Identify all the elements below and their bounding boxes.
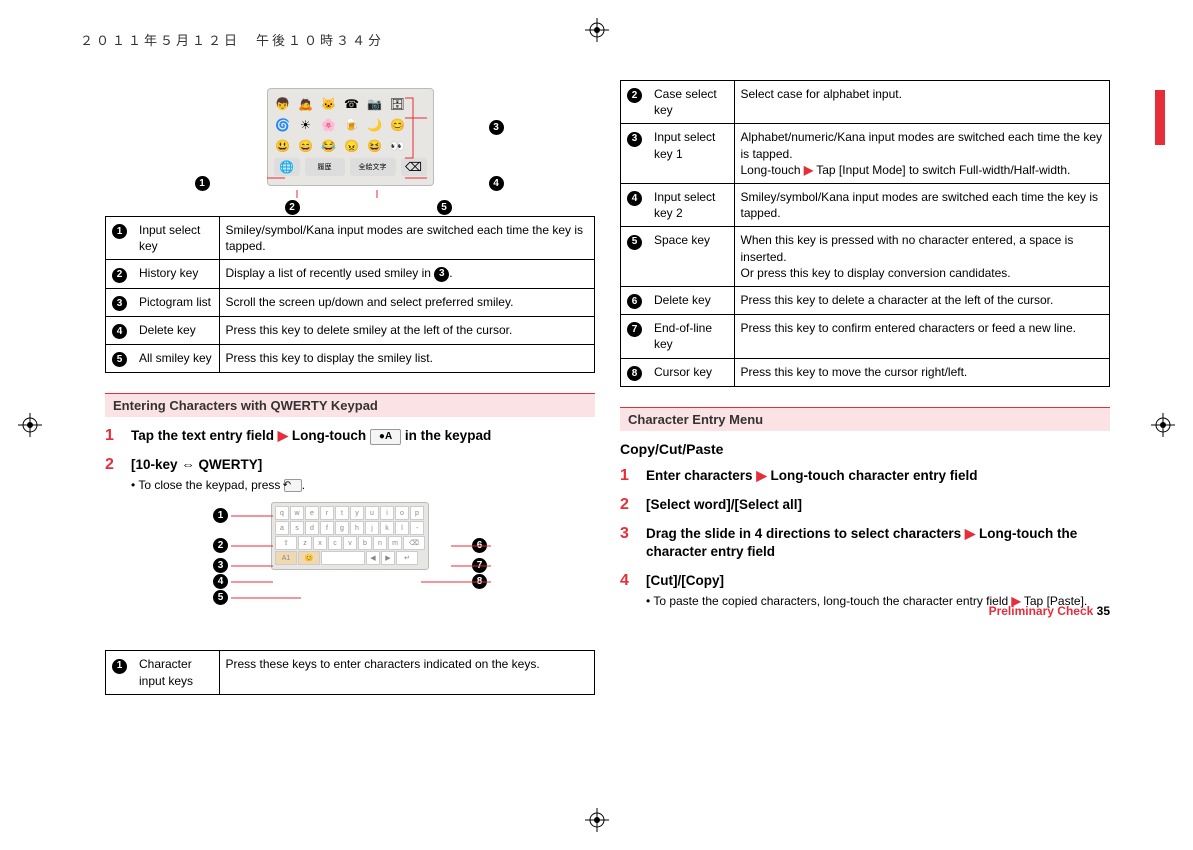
callout-2: 2: [285, 200, 300, 215]
char-step-3: 3 Drag the slide in 4 directions to sele…: [620, 525, 1110, 563]
callout-3: 3: [489, 120, 504, 135]
callout-1: 1: [195, 176, 210, 191]
registration-mark-icon: [18, 413, 42, 437]
callout-4: 4: [489, 176, 504, 191]
section-char-head: Character Entry Menu: [620, 407, 1110, 431]
registration-mark-icon: [585, 18, 609, 42]
page-footer: Preliminary Check 35: [989, 604, 1110, 618]
side-tab: [1155, 90, 1165, 145]
callout-q2: 2: [213, 538, 228, 553]
qwerty-keypad-figure: qwertyuiop asdfghjkl- ⇧zxcvbnm⌫ A1😊◀▶↵ 1…: [105, 502, 595, 642]
header-date: ２０１１年５月１２日 午後１０時３４分: [80, 30, 384, 49]
table-row: 5All smiley keyPress this key to display…: [106, 345, 595, 373]
smiley-key-table: 1Input select keySmiley/symbol/Kana inpu…: [105, 216, 595, 373]
callout-q3: 3: [213, 558, 228, 573]
smiley-keypad-figure: 👦🙇🐱☎📷🗄 🌀☀🌸🍺🌙😊 😃😄😂😠😆👀 🌐履歴全絵文字⌫ 1 2 3 4 5: [105, 88, 595, 208]
table-row: 3Pictogram listScroll the screen up/down…: [106, 288, 595, 316]
table-row: 1Character input keysPress these keys to…: [106, 651, 595, 694]
callout-q8: 8: [472, 574, 487, 589]
table-row: 2History keyDisplay a list of recently u…: [106, 260, 595, 288]
subhead-copy: Copy/Cut/Paste: [620, 441, 1110, 457]
step-2: 2 [10-key ⇔ QWERTY] To close the keypad,…: [105, 456, 595, 492]
char-step-2: 2 [Select word]/[Select all]: [620, 496, 1110, 515]
qwerty-key-table-left: 1Character input keysPress these keys to…: [105, 650, 595, 694]
section-qwerty-head: Entering Characters with QWERTY Keypad: [105, 393, 595, 417]
table-row: 4Input select key 2Smiley/symbol/Kana in…: [621, 183, 1110, 226]
qwerty-key-table-right: 2Case select keySelect case for alphabet…: [620, 80, 1110, 387]
table-row: 3Input select key 1Alphabet/numeric/Kana…: [621, 124, 1110, 184]
registration-mark-icon: [585, 808, 609, 832]
callout-q7: 7: [472, 558, 487, 573]
callout-5: 5: [437, 200, 452, 215]
registration-mark-icon: [1151, 413, 1175, 437]
callout-q4: 4: [213, 574, 228, 589]
input-mode-icon: ●A: [370, 429, 401, 445]
back-key-icon: ↶: [284, 479, 302, 492]
table-row: 6Delete keyPress this key to delete a ch…: [621, 286, 1110, 314]
table-row: 7End-of-line keyPress this key to confir…: [621, 315, 1110, 358]
char-step-4: 4 [Cut]/[Copy] To paste the copied chara…: [620, 572, 1110, 608]
table-row: 1Input select keySmiley/symbol/Kana inpu…: [106, 217, 595, 260]
callout-q1: 1: [213, 508, 228, 523]
callout-q5: 5: [213, 590, 228, 605]
table-row: 2Case select keySelect case for alphabet…: [621, 81, 1110, 124]
char-step-1: 1 Enter characters ▶ Long-touch characte…: [620, 467, 1110, 486]
step-1: 1 Tap the text entry field ▶ Long-touch …: [105, 427, 595, 446]
table-row: 4Delete keyPress this key to delete smil…: [106, 316, 595, 344]
callout-q6: 6: [472, 538, 487, 553]
table-row: 8Cursor keyPress this key to move the cu…: [621, 358, 1110, 386]
table-row: 5Space keyWhen this key is pressed with …: [621, 227, 1110, 287]
